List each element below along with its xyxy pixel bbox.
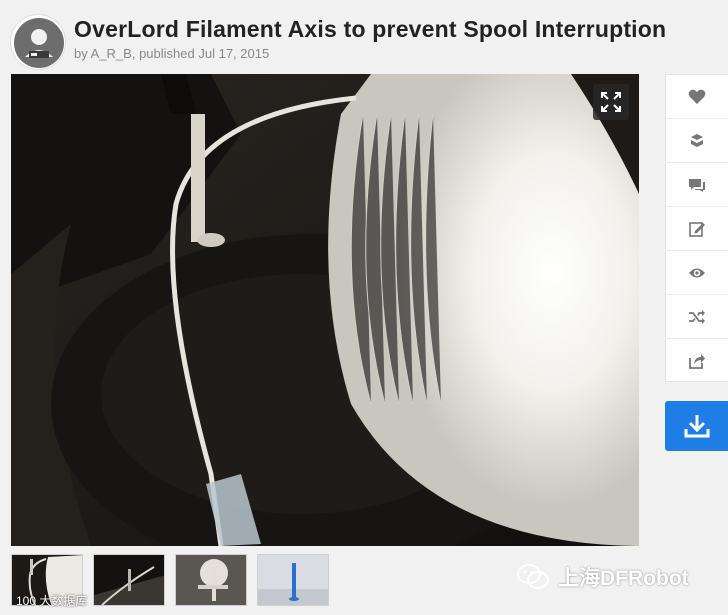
avatar[interactable]	[10, 14, 66, 70]
byline-prefix: by	[74, 46, 88, 61]
watermark-small-text: 100 大数据库	[16, 594, 88, 608]
layers-icon	[691, 133, 703, 147]
share-icon	[689, 354, 705, 369]
collect-button[interactable]	[666, 119, 728, 163]
watermark-text: 上海DFRobot	[558, 567, 689, 590]
edit-icon	[689, 221, 705, 237]
wechat-icon	[517, 564, 549, 589]
remix-button[interactable]	[666, 207, 728, 251]
thumbnail-2-image	[94, 555, 164, 605]
download-icon	[684, 415, 709, 438]
comment-button[interactable]	[666, 163, 728, 207]
share-button[interactable]	[666, 339, 728, 383]
byline: by A_R_B, published Jul 17, 2015	[74, 46, 270, 61]
comment-icon	[689, 178, 705, 192]
download-button[interactable]	[665, 401, 728, 451]
published-label: published	[139, 46, 195, 61]
image-viewer[interactable]	[11, 74, 639, 546]
shuffle-button[interactable]	[666, 295, 728, 339]
expand-button[interactable]	[593, 84, 629, 120]
thumbnail-4-image	[258, 555, 328, 605]
heart-icon	[688, 89, 706, 104]
eye-icon	[689, 268, 705, 277]
watch-button[interactable]	[666, 251, 728, 295]
action-sidebar	[665, 74, 728, 382]
main-photo	[11, 74, 639, 546]
thumbnail-3-image	[176, 555, 246, 605]
author-link[interactable]: A_R_B	[91, 46, 132, 61]
expand-icon	[601, 92, 621, 112]
avatar-image	[14, 18, 64, 68]
published-date: Jul 17, 2015	[198, 46, 270, 61]
like-button[interactable]	[666, 75, 728, 119]
shuffle-icon	[689, 309, 705, 324]
thumbnail-3[interactable]	[175, 554, 247, 606]
thumbnail-4[interactable]	[257, 554, 329, 606]
header: OverLord Filament Axis to prevent Spool …	[0, 0, 728, 72]
page-title: OverLord Filament Axis to prevent Spool …	[74, 16, 667, 42]
thumbnail-2[interactable]	[93, 554, 165, 606]
watermark: 上海DFRobot	[516, 562, 689, 592]
